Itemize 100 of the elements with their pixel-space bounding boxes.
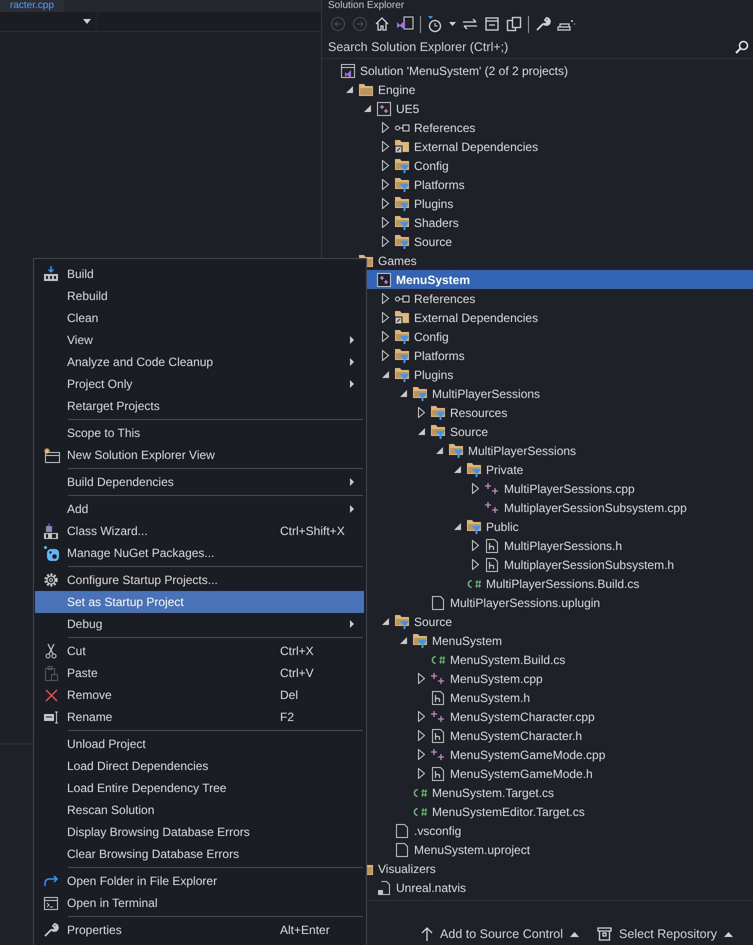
tree-item[interactable]: Solution 'MenuSystem' (2 of 2 projects) (322, 61, 753, 80)
tree-item[interactable]: MenuSystemGameMode.h (412, 764, 753, 783)
switch-views-icon[interactable] (396, 16, 414, 32)
tree-item[interactable]: Source (376, 612, 753, 631)
wrench-icon[interactable] (535, 16, 551, 32)
tree-item[interactable]: MultiplayerSessionSubsystem.h (466, 555, 753, 574)
expand-arrow-icon[interactable] (418, 711, 424, 722)
tree-item[interactable]: MultiPlayerSessions.Build.cs (448, 574, 753, 593)
menu-item[interactable]: Load Entire Dependency Tree (35, 777, 364, 799)
collapse-arrow-icon[interactable] (382, 371, 388, 378)
tree-item[interactable]: Public (448, 517, 753, 536)
caret-icon[interactable] (449, 22, 456, 26)
menu-item[interactable]: Debug (35, 613, 364, 635)
collapse-arrow-icon[interactable] (400, 637, 406, 644)
menu-item[interactable]: Cut Ctrl+X (35, 640, 364, 662)
collapse-arrow-icon[interactable] (418, 428, 424, 435)
menu-item[interactable]: Remove Del (35, 684, 364, 706)
tree-item[interactable]: References (376, 289, 753, 308)
collapse-arrow-icon[interactable] (346, 86, 352, 93)
tree-item[interactable]: Platforms (376, 346, 753, 365)
collapse-arrow-icon[interactable] (436, 447, 442, 454)
collapse-arrow-icon[interactable] (400, 390, 406, 397)
tree-item[interactable]: MenuSystem.h (412, 688, 753, 707)
expand-arrow-icon[interactable] (418, 730, 424, 741)
history-icon[interactable] (427, 16, 443, 32)
menu-item[interactable]: Analyze and Code Cleanup (35, 351, 364, 373)
copy-icon[interactable] (506, 16, 522, 32)
search-field[interactable]: Search Solution Explorer (Ctrl+;) (328, 40, 735, 54)
status-bar-button[interactable]: Select Repository (597, 923, 733, 945)
collapse-arrow-icon[interactable] (454, 466, 460, 473)
menu-item[interactable]: Build Dependencies (35, 471, 364, 493)
expand-arrow-icon[interactable] (382, 236, 388, 247)
tree-item[interactable]: MultiPlayerSessions.uplugin (412, 593, 753, 612)
tree-item[interactable]: MenuSystem (394, 631, 753, 650)
tree-item[interactable]: MenuSystemCharacter.h (412, 726, 753, 745)
expand-arrow-icon[interactable] (382, 179, 388, 190)
menu-item[interactable]: Retarget Projects (35, 395, 364, 417)
tree-item[interactable]: MenuSystem.uproject (376, 840, 753, 859)
tree-item[interactable]: MultiPlayerSessions.cpp (466, 479, 753, 498)
tree-item[interactable]: External Dependencies (376, 137, 753, 156)
tree-item[interactable]: MultiplayerSessionSubsystem.cpp (466, 498, 753, 517)
expand-arrow-icon[interactable] (382, 160, 388, 171)
tree-item[interactable]: MultiPlayerSessions (394, 384, 753, 403)
collapse-arrow-icon[interactable] (364, 105, 370, 112)
menu-item[interactable]: Display Browsing Database Errors (35, 821, 364, 843)
menu-item[interactable]: Configure Startup Projects... (35, 569, 364, 591)
expand-arrow-icon[interactable] (418, 768, 424, 779)
expand-arrow-icon[interactable] (472, 483, 478, 494)
tree-item[interactable]: Resources (412, 403, 753, 422)
expand-arrow-icon[interactable] (382, 350, 388, 361)
menu-item[interactable]: Unload Project (35, 733, 364, 755)
tree-item[interactable]: External Dependencies (376, 308, 753, 327)
tree-item[interactable]: MenuSystemCharacter.cpp (412, 707, 753, 726)
expand-arrow-icon[interactable] (472, 540, 478, 551)
tree-item[interactable]: Platforms (376, 175, 753, 194)
collapse-arrow-icon[interactable] (382, 618, 388, 625)
home-icon[interactable] (374, 16, 390, 32)
menu-item[interactable]: Clear Browsing Database Errors (35, 843, 364, 865)
expand-arrow-icon[interactable] (418, 673, 424, 684)
tree-item[interactable]: Source (412, 422, 753, 441)
expand-arrow-icon[interactable] (418, 407, 424, 418)
tree-item[interactable]: Shaders (376, 213, 753, 232)
expand-arrow-icon[interactable] (382, 198, 388, 209)
menu-item[interactable]: Paste Ctrl+V (35, 662, 364, 684)
menu-item[interactable]: View (35, 329, 364, 351)
menu-item[interactable]: Rescan Solution (35, 799, 364, 821)
tree-item[interactable]: MultiPlayerSessions (430, 441, 753, 460)
expand-arrow-icon[interactable] (382, 312, 388, 323)
editor-tab[interactable]: racter.cpp (0, 0, 64, 12)
tree-item[interactable]: MenuSystem.cpp (412, 669, 753, 688)
sync-icon[interactable] (462, 16, 478, 32)
tree-item[interactable]: Config (376, 156, 753, 175)
tree-item[interactable]: Config (376, 327, 753, 346)
expand-arrow-icon[interactable] (382, 141, 388, 152)
tree-item[interactable]: Plugins (376, 194, 753, 213)
tree-item[interactable]: .vsconfig (376, 821, 753, 840)
menu-item[interactable]: Add (35, 498, 364, 520)
dropdown-field[interactable] (0, 12, 95, 31)
menu-item[interactable]: Scope to This (35, 422, 364, 444)
tree-item[interactable]: MenuSystem.Target.cs (394, 783, 753, 802)
dropdown-field[interactable] (98, 12, 321, 31)
expand-arrow-icon[interactable] (382, 122, 388, 133)
collapse-arrow-icon[interactable] (454, 523, 460, 530)
menu-item[interactable]: New Solution Explorer View (35, 444, 364, 466)
expand-arrow-icon[interactable] (382, 293, 388, 304)
menu-item[interactable]: Load Direct Dependencies (35, 755, 364, 777)
menu-item[interactable]: Properties Alt+Enter (35, 919, 364, 941)
expand-arrow-icon[interactable] (472, 559, 478, 570)
collapse-all-icon[interactable] (484, 16, 500, 32)
menu-item[interactable]: Clean (35, 307, 364, 329)
status-bar-button[interactable]: Add to Source Control (421, 923, 580, 945)
menu-item[interactable]: Project Only (35, 373, 364, 395)
tree-item[interactable]: Engine (340, 80, 753, 99)
tree-item[interactable]: MenuSystem.Build.cs (412, 650, 753, 669)
menu-item[interactable]: Set as Startup Project (35, 591, 364, 613)
tree-item[interactable]: Plugins (376, 365, 753, 384)
tree-item[interactable]: MenuSystemEditor.Target.cs (394, 802, 753, 821)
expand-arrow-icon[interactable] (382, 331, 388, 342)
tree-item[interactable]: Source (376, 232, 753, 251)
tree-item[interactable]: MenuSystemGameMode.cpp (412, 745, 753, 764)
